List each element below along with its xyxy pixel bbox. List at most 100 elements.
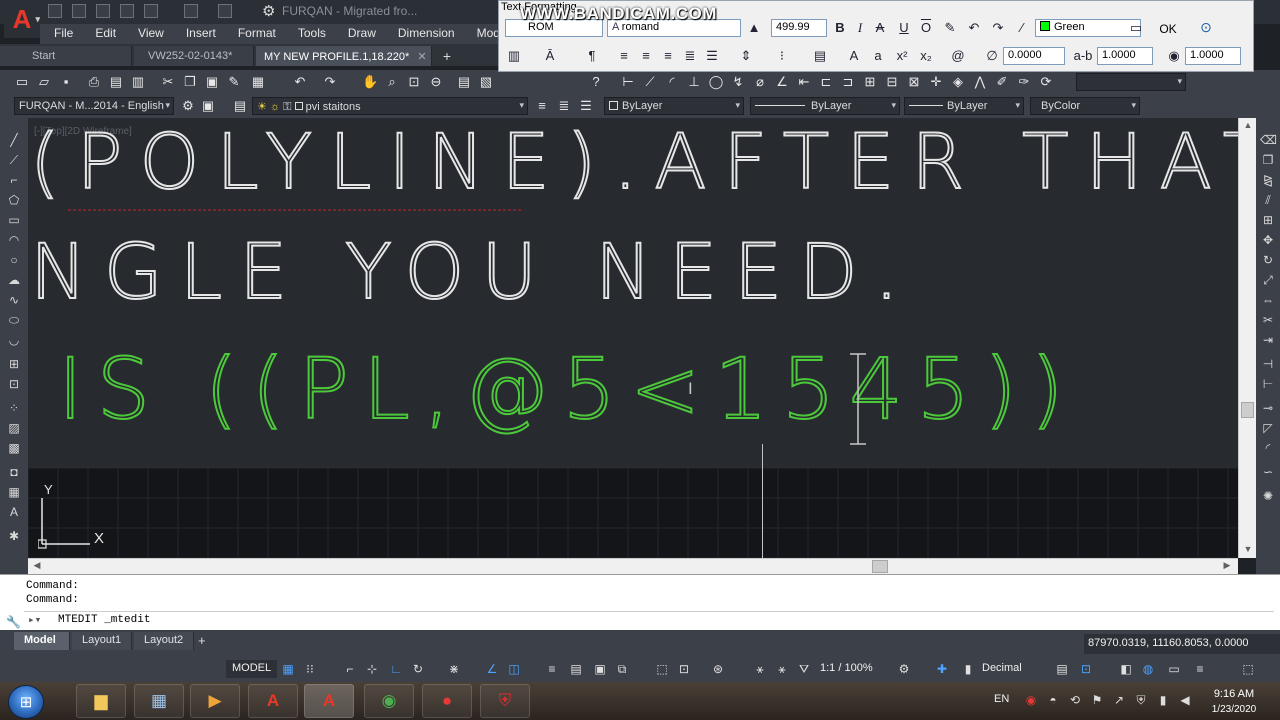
add-layout-plus-icon[interactable]: + [198, 633, 206, 648]
calculator-icon[interactable]: ▦ [134, 684, 184, 718]
jogged-linear-icon[interactable]: ⋀ [972, 74, 988, 90]
clock-date[interactable]: 1/23/2020 [1206, 704, 1262, 715]
ortho-mode-icon[interactable]: ∟ [388, 661, 404, 677]
object-snap-tracking-icon[interactable]: ∠ [484, 661, 500, 677]
quick-properties-icon[interactable]: ▤ [1054, 661, 1070, 677]
object-snap-icon[interactable]: ◫ [506, 661, 522, 677]
horizontal-scrollbar[interactable]: ◀ ▶ [28, 558, 1238, 574]
linetype-dropdown[interactable]: ByLayer ▾ [750, 97, 900, 115]
stretch-icon[interactable]: ⇔ [1260, 292, 1276, 308]
array-icon[interactable]: ⊞ [1260, 212, 1276, 228]
make-block-icon[interactable]: ⊡ [6, 376, 22, 392]
fullscreen-icon[interactable]: ⬚ [1240, 661, 1256, 677]
undo-icon[interactable]: ↶ [292, 74, 308, 90]
chrome-icon[interactable]: ◉ [364, 684, 414, 718]
infer-constraints-icon[interactable]: ⌐ [342, 661, 358, 677]
model-space-button[interactable]: MODEL [226, 660, 278, 678]
zoom-realtime-icon[interactable]: ⌕ [384, 74, 400, 90]
arc-icon[interactable]: ◠ [6, 232, 22, 248]
save-as-icon[interactable] [120, 4, 134, 18]
width-factor-field[interactable]: 1.0000 [1185, 47, 1241, 65]
annotation-monitor-icon[interactable]: ✚ [934, 661, 950, 677]
close-tab-icon[interactable]: ✕ [417, 51, 426, 63]
point-icon[interactable]: ⁘ [6, 400, 22, 416]
workspace-gear-icon[interactable]: ⚙ [262, 2, 275, 20]
wrench-icon[interactable]: 🔧 [6, 615, 21, 629]
revision-cloud-icon[interactable]: ☁ [6, 272, 22, 288]
undo-icon[interactable]: ↶ [965, 19, 983, 37]
distribute-icon[interactable]: ☰ [703, 47, 721, 65]
tab-layout2[interactable]: Layout2 [134, 632, 194, 650]
annotative-icon[interactable]: ▲ [745, 19, 763, 37]
scroll-left-arrow[interactable]: ◀ [30, 560, 44, 571]
gizmo-icon[interactable]: ⊛ [710, 661, 726, 677]
break-at-point-icon[interactable]: ⊣ [1260, 356, 1276, 372]
dim-radius-icon[interactable]: ◯ [708, 74, 724, 90]
text-height-field[interactable]: 499.99 [771, 19, 827, 37]
explode-icon[interactable]: ✺ [1260, 488, 1276, 504]
menu-draw[interactable]: Draw [334, 24, 384, 44]
snap-mode-icon[interactable]: ⁝⁝ [302, 661, 318, 677]
scroll-right-arrow[interactable]: ▶ [1220, 560, 1234, 571]
preview-icon[interactable]: ▤ [108, 74, 124, 90]
record-tray-icon[interactable]: ◉ [1024, 693, 1038, 707]
dim-space-icon[interactable]: ⊞ [862, 74, 878, 90]
paragraph-icon[interactable]: ¶ [583, 47, 601, 65]
dim-linear-icon[interactable]: ⊢ [620, 74, 636, 90]
ellipse-icon[interactable]: ⬭ [6, 312, 22, 328]
insert-field-icon[interactable]: ▤ [811, 47, 829, 65]
tracking-field[interactable]: 1.0000 [1097, 47, 1153, 65]
bandicam-record-icon[interactable]: ● [422, 684, 472, 718]
new-file-icon[interactable] [48, 4, 62, 18]
align-center-icon[interactable]: ≡ [637, 47, 655, 65]
help-icon[interactable]: ? [588, 74, 604, 90]
dim-ordinate-icon[interactable]: ⊥ [686, 74, 702, 90]
inspect-icon[interactable]: ◈ [950, 74, 966, 90]
superscript-icon[interactable]: x² [893, 47, 911, 65]
extend-icon[interactable]: ⇥ [1260, 332, 1276, 348]
transparency-icon[interactable]: ▤ [568, 661, 584, 677]
numbering-icon[interactable]: ⁝ [773, 47, 791, 65]
align-right-icon[interactable]: ≡ [659, 47, 677, 65]
layer-states-icon[interactable]: ☰ [578, 98, 594, 114]
construction-line-icon[interactable]: ⟋ [6, 152, 22, 168]
color-dropdown[interactable]: ByLayer ▾ [604, 97, 744, 115]
media-player-icon[interactable]: ▶ [190, 684, 240, 718]
isometric-drafting-icon[interactable]: ⋇ [446, 661, 462, 677]
mtext-justify-icon[interactable]: Ā [541, 47, 559, 65]
dynamic-input-icon[interactable]: ⊹ [364, 661, 380, 677]
security-tray-icon[interactable]: ⛨ [1134, 693, 1148, 707]
blend-curves-icon[interactable]: ∽ [1260, 464, 1276, 480]
publish-icon[interactable]: ▥ [130, 74, 146, 90]
autocad-active-taskbar-icon[interactable]: A [304, 684, 354, 718]
annotation-scale-icon[interactable]: ⛛ [796, 661, 812, 677]
tab-layout1[interactable]: Layout1 [72, 632, 132, 650]
offset-icon[interactable]: ⫽ [1260, 192, 1276, 208]
units-value[interactable]: Decimal [982, 662, 1022, 674]
plot-icon[interactable]: ⎙ [86, 74, 102, 90]
quick-dim-icon[interactable]: ⇤ [796, 74, 812, 90]
file-explorer-icon[interactable]: ▆ [76, 684, 126, 718]
multiline-text-icon[interactable]: A [6, 504, 22, 520]
redo-icon[interactable]: ↷ [322, 74, 338, 90]
command-input[interactable] [58, 614, 958, 626]
dim-update-icon[interactable]: ⟳ [1038, 74, 1054, 90]
lineweight-dropdown[interactable]: ByLayer ▾ [904, 97, 1024, 115]
new-tab-plus-icon[interactable]: + [438, 48, 456, 64]
tab-start[interactable]: Start [0, 46, 132, 66]
vertical-scrollbar[interactable]: ▲ ▼ [1238, 118, 1256, 558]
save-icon[interactable]: ▪ [58, 74, 74, 90]
columns-icon[interactable]: ▥ [505, 47, 523, 65]
command-line[interactable]: ▸▾ [24, 611, 1274, 629]
redo-icon[interactable] [218, 4, 232, 18]
dynamic-ucs-icon[interactable]: ⬚ [654, 661, 670, 677]
annotation-visibility-icon[interactable]: ⚹ [752, 661, 768, 677]
mirror-icon[interactable]: ⧎ [1260, 172, 1276, 188]
table-icon[interactable]: ▦ [6, 484, 22, 500]
underline-button[interactable]: U [895, 19, 913, 37]
tab-model[interactable]: Model [14, 632, 70, 650]
windows-start-button[interactable]: ⊞ [8, 685, 44, 719]
open-icon[interactable]: ▱ [36, 74, 52, 90]
sync-tray-icon[interactable]: ⟲ [1068, 693, 1082, 707]
mcafee-icon[interactable]: ⛨ [480, 684, 530, 718]
